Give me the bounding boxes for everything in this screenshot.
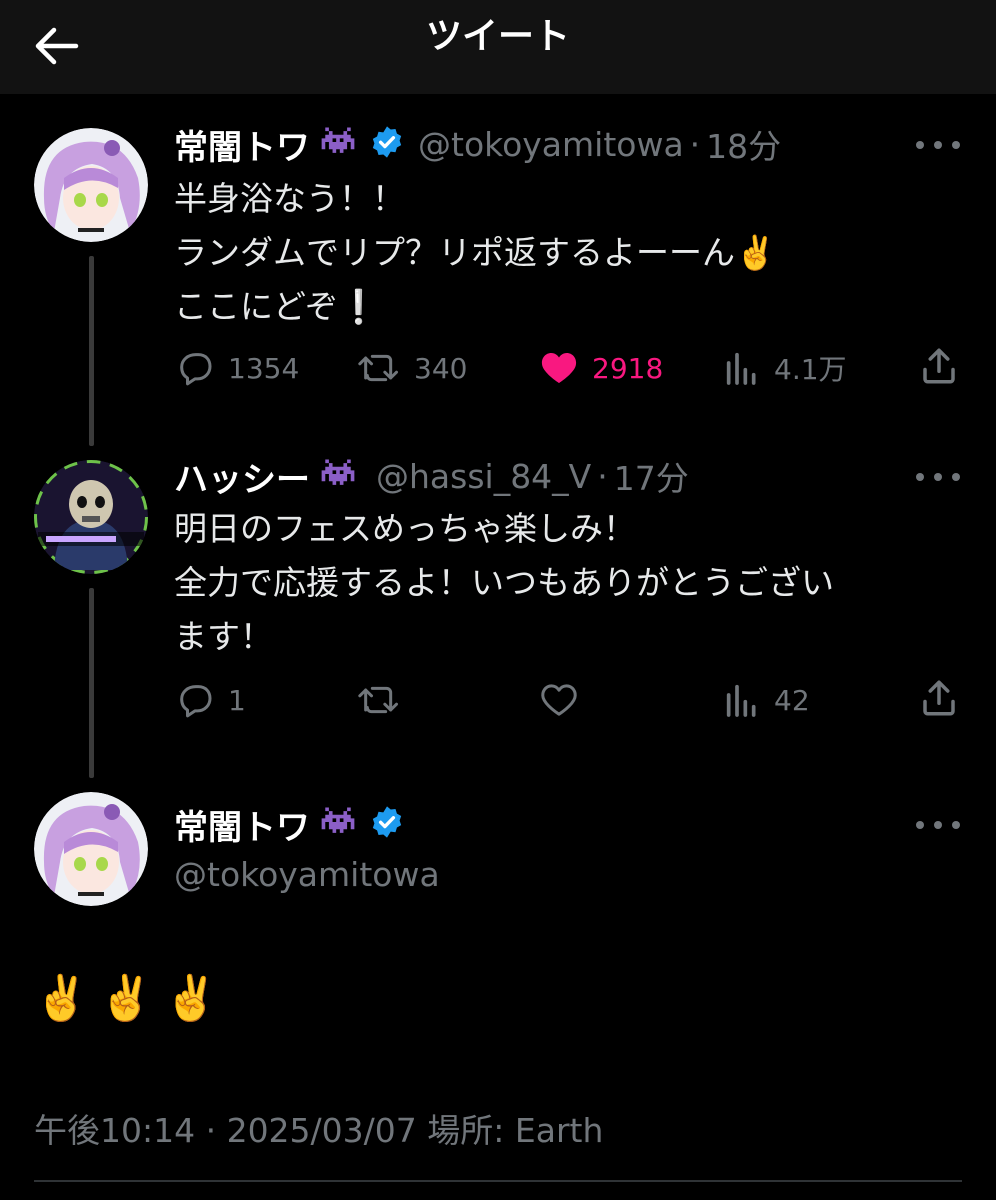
main-tweet-text: ✌️✌️✌️	[34, 973, 229, 1024]
separator-dot: ·	[689, 124, 701, 164]
analytics-icon	[726, 352, 756, 385]
page-title: ツイート	[425, 16, 570, 57]
heart-icon	[541, 684, 577, 716]
share-button[interactable]	[918, 346, 960, 386]
reply-button[interactable]: 1354	[174, 348, 299, 388]
views-button[interactable]: 4.1万	[722, 348, 847, 388]
display-name[interactable]: ハッシー	[174, 452, 310, 501]
verified-badge-icon	[370, 805, 404, 843]
avatar[interactable]	[34, 792, 148, 906]
heart-filled-icon	[541, 353, 577, 383]
like-count: 2918	[592, 351, 664, 385]
main-tweet-handle-row: @tokoyamitowa	[174, 850, 440, 898]
space-invader-icon	[318, 127, 358, 161]
reply-icon	[180, 685, 212, 718]
space-invader-icon	[318, 807, 358, 841]
separator-dot: ·	[597, 456, 608, 496]
top-bar: ツイート	[0, 0, 996, 94]
share-icon	[923, 348, 955, 384]
avatar[interactable]	[34, 460, 148, 574]
display-name[interactable]: 常闇トワ	[174, 800, 310, 849]
display-name[interactable]: 常闇トワ	[174, 120, 310, 169]
user-handle[interactable]: @tokoyamitowa	[418, 125, 684, 164]
thread-connector	[89, 256, 94, 446]
main-tweet-header: 常闇トワ	[174, 800, 418, 848]
tweet-text: 半身浴なう！！ ランダムでリプ？リポ返するよーーん✌️ ここにどぞ❕	[174, 179, 777, 326]
view-count: 42	[774, 683, 810, 717]
divider	[34, 1180, 962, 1182]
more-options-icon[interactable]	[916, 130, 960, 160]
reply-count: 1	[228, 683, 246, 717]
space-invader-icon	[318, 459, 358, 493]
repost-button[interactable]: 340	[356, 348, 467, 388]
share-button[interactable]	[918, 678, 960, 718]
repost-button[interactable]	[356, 680, 402, 720]
reply-count: 1354	[228, 351, 300, 385]
tweet-header: ハッシー @hassi_84_V · 17分	[174, 452, 689, 500]
user-handle[interactable]: @tokoyamitowa	[174, 855, 440, 894]
user-handle[interactable]: @hassi_84_V	[376, 457, 591, 496]
thread-connector	[89, 588, 94, 778]
analytics-icon	[726, 684, 756, 717]
share-icon	[923, 680, 955, 716]
more-options-icon[interactable]	[916, 810, 960, 840]
tweet-time: 17分	[613, 459, 689, 498]
views-button[interactable]: 42	[722, 680, 810, 720]
repost-count: 340	[414, 351, 468, 385]
tweet-header: 常闇トワ @tokoyamitowa · 18分	[174, 120, 781, 168]
tweet-text: 明日のフェスめっちゃ楽しみ！ 全力で応援するよ！いつもありがとうござい ます！	[174, 509, 834, 656]
reply-icon	[180, 353, 212, 386]
reply-button[interactable]: 1	[174, 680, 246, 720]
repost-icon	[358, 354, 398, 382]
tweet-timestamp: 午後10:14 · 2025/03/07 場所: Earth	[34, 1111, 604, 1150]
avatar[interactable]	[34, 128, 148, 242]
view-count: 4.1万	[774, 353, 847, 386]
repost-icon	[358, 686, 398, 714]
more-options-icon[interactable]	[916, 462, 960, 492]
verified-badge-icon	[370, 125, 404, 163]
like-button[interactable]	[538, 680, 580, 720]
tweet-time: 18分	[706, 127, 782, 166]
like-button[interactable]: 2918	[538, 348, 663, 388]
